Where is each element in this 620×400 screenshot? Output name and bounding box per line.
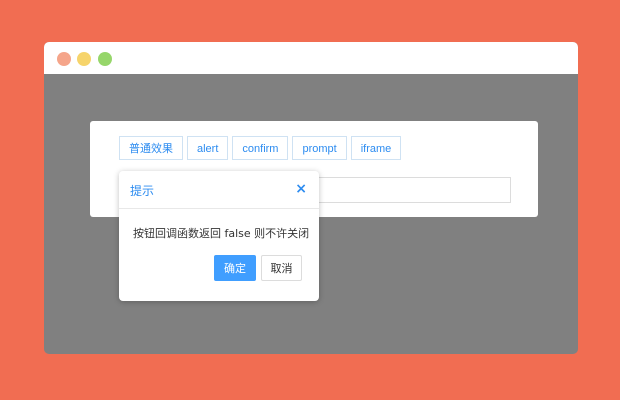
- dialog-message: 按钮回调函数返回 false 则不许关闭: [133, 227, 310, 240]
- alert-button[interactable]: alert: [187, 136, 229, 160]
- normal-effect-button[interactable]: 普通效果: [119, 136, 183, 160]
- demo-button-row: 普通效果 alert confirm prompt iframe: [119, 136, 402, 160]
- confirm-button[interactable]: confirm: [232, 136, 289, 160]
- dialog-title: 提示: [130, 184, 155, 198]
- demo-text-input[interactable]: [318, 177, 511, 203]
- iframe-button[interactable]: iframe: [350, 136, 402, 160]
- window-close-dot[interactable]: [57, 52, 71, 66]
- dialog-header: 提示 ×: [119, 171, 319, 209]
- prompt-dialog: 提示 × 按钮回调函数返回 false 则不许关闭 确定 取消: [119, 171, 319, 301]
- cancel-button[interactable]: 取消: [261, 255, 302, 281]
- window-maximize-dot[interactable]: [98, 52, 112, 66]
- dialog-footer: 确定 取消: [214, 255, 302, 281]
- prompt-button[interactable]: prompt: [292, 136, 347, 160]
- close-icon[interactable]: ×: [295, 180, 307, 198]
- ok-button[interactable]: 确定: [214, 255, 256, 281]
- window-titlebar: [44, 42, 578, 74]
- window-minimize-dot[interactable]: [77, 52, 91, 66]
